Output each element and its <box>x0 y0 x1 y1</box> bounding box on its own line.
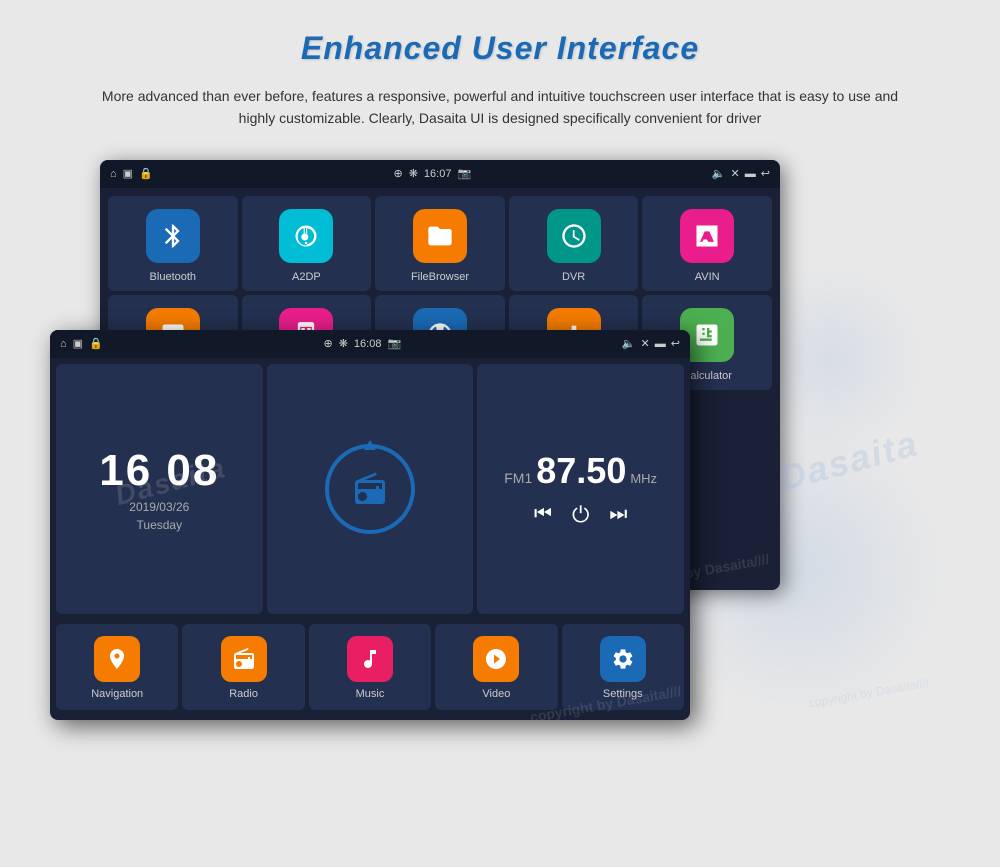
home-icon[interactable]: ⌂ <box>110 168 117 180</box>
status-right-front: 🔈 ✕ ▬ ↩ <box>622 337 680 350</box>
status-left-front: ⌂ ▣ 🔒 <box>60 337 103 350</box>
app-dvr[interactable]: DVR <box>509 196 639 291</box>
watermark-copyright-right: copyright by Dasaita//// <box>808 675 931 710</box>
next-track-icon[interactable]: ⏭ <box>609 503 627 526</box>
minimize-icon-front[interactable]: ▬ <box>655 338 666 350</box>
fm-unit: MHz <box>630 471 657 486</box>
bluetooth-icon: ❋ <box>409 167 418 180</box>
fm-section: FM1 87.50 MHz ⏮ ⏻ ⏭ <box>504 450 657 528</box>
app-settings[interactable]: Settings <box>562 624 684 710</box>
settings-label: Settings <box>603 688 643 700</box>
clock-widget: 16 08 2019/03/26 Tuesday <box>56 364 263 614</box>
clock-section: 16 08 2019/03/26 Tuesday <box>99 446 219 532</box>
status-center: ⊕ ❋ 16:07 📷 <box>393 167 471 180</box>
status-bar-front: ⌂ ▣ 🔒 ⊕ ❋ 16:08 📷 🔈 ✕ ▬ ↩ <box>50 330 690 358</box>
location-icon-front: ⊕ <box>323 337 332 350</box>
video-label: Video <box>482 688 510 700</box>
app-music[interactable]: Music <box>309 624 431 710</box>
page-title: Enhanced User Interface <box>301 30 699 67</box>
photo-icon-front: ▣ <box>73 337 83 350</box>
close-icon[interactable]: ✕ <box>731 167 740 180</box>
music-label: Music <box>356 688 385 700</box>
status-left: ⌂ ▣ 🔒 <box>110 167 153 180</box>
prev-track-icon[interactable]: ⏮ <box>534 503 552 526</box>
status-right: 🔈 ✕ ▬ ↩ <box>712 167 770 180</box>
home-icon-front[interactable]: ⌂ <box>60 338 67 350</box>
app-video[interactable]: Video <box>435 624 557 710</box>
screen-front: ⌂ ▣ 🔒 ⊕ ❋ 16:08 📷 🔈 ✕ ▬ ↩ 16 08 <box>50 330 690 720</box>
camera-icon-front: 📷 <box>387 337 401 350</box>
app-navigation[interactable]: Navigation <box>56 624 178 710</box>
avin-app-icon <box>680 209 734 263</box>
watermark-right: Dasaita <box>775 422 923 499</box>
radio-knob-widget[interactable] <box>267 364 474 614</box>
navigation-icon <box>94 636 140 682</box>
bottom-apps-row: Navigation Radio Music <box>50 620 690 716</box>
volume-icon[interactable]: 🔈 <box>712 167 726 180</box>
back-icon-front[interactable]: ↩ <box>671 337 680 350</box>
app-filebrowser[interactable]: FileBrowser <box>375 196 505 291</box>
lock-icon: 🔒 <box>139 167 153 180</box>
a2dp-label: A2DP <box>292 271 321 283</box>
bluetooth-app-icon <box>146 209 200 263</box>
location-icon: ⊕ <box>393 167 402 180</box>
photo-icon: ▣ <box>123 167 133 180</box>
a2dp-app-icon <box>279 209 333 263</box>
status-bar-back: ⌂ ▣ 🔒 ⊕ ❋ 16:07 📷 🔈 ✕ ▬ ↩ <box>100 160 780 188</box>
fm-widget: FM1 87.50 MHz ⏮ ⏻ ⏭ <box>477 364 684 614</box>
dvr-label: DVR <box>562 271 585 283</box>
music-icon <box>347 636 393 682</box>
time-back: 16:07 <box>424 168 452 180</box>
page-description: More advanced than ever before, features… <box>90 85 910 130</box>
avin-label: AVIN <box>695 271 720 283</box>
lock-icon-front: 🔒 <box>89 337 103 350</box>
power-icon[interactable]: ⏻ <box>572 502 589 528</box>
fm-band: FM1 <box>504 470 532 486</box>
clock-date: 2019/03/26 <box>129 500 189 514</box>
radio-label: Radio <box>229 688 258 700</box>
time-front: 16:08 <box>354 338 382 350</box>
clock-day: Tuesday <box>137 518 183 532</box>
app-bluetooth[interactable]: Bluetooth <box>108 196 238 291</box>
app-radio[interactable]: Radio <box>182 624 304 710</box>
app-avin[interactable]: AVIN <box>642 196 772 291</box>
radio-knob[interactable] <box>325 444 415 534</box>
filebrowser-label: FileBrowser <box>411 271 469 283</box>
settings-icon <box>600 636 646 682</box>
camera-icon: 📷 <box>457 167 471 180</box>
radio-icon <box>352 471 388 507</box>
volume-icon-front[interactable]: 🔈 <box>622 337 636 350</box>
back-icon[interactable]: ↩ <box>761 167 770 180</box>
minimize-icon[interactable]: ▬ <box>745 168 756 180</box>
navigation-label: Navigation <box>91 688 143 700</box>
app-a2dp[interactable]: A2DP <box>242 196 372 291</box>
clock-time: 16 08 <box>99 446 219 496</box>
status-center-front: ⊕ ❋ 16:08 📷 <box>323 337 401 350</box>
radio-bottom-icon <box>221 636 267 682</box>
close-icon-front[interactable]: ✕ <box>641 337 650 350</box>
fm-frequency: 87.50 <box>536 450 626 492</box>
bluetooth-label: Bluetooth <box>150 271 196 283</box>
screens-container: ⌂ ▣ 🔒 ⊕ ❋ 16:07 📷 🔈 ✕ ▬ ↩ <box>50 160 950 720</box>
dvr-app-icon <box>547 209 601 263</box>
filebrowser-app-icon <box>413 209 467 263</box>
fm-controls: ⏮ ⏻ ⏭ <box>534 502 627 528</box>
video-icon <box>473 636 519 682</box>
bluetooth-icon-front: ❋ <box>339 337 348 350</box>
fm-freq-display: FM1 87.50 MHz <box>504 450 657 492</box>
